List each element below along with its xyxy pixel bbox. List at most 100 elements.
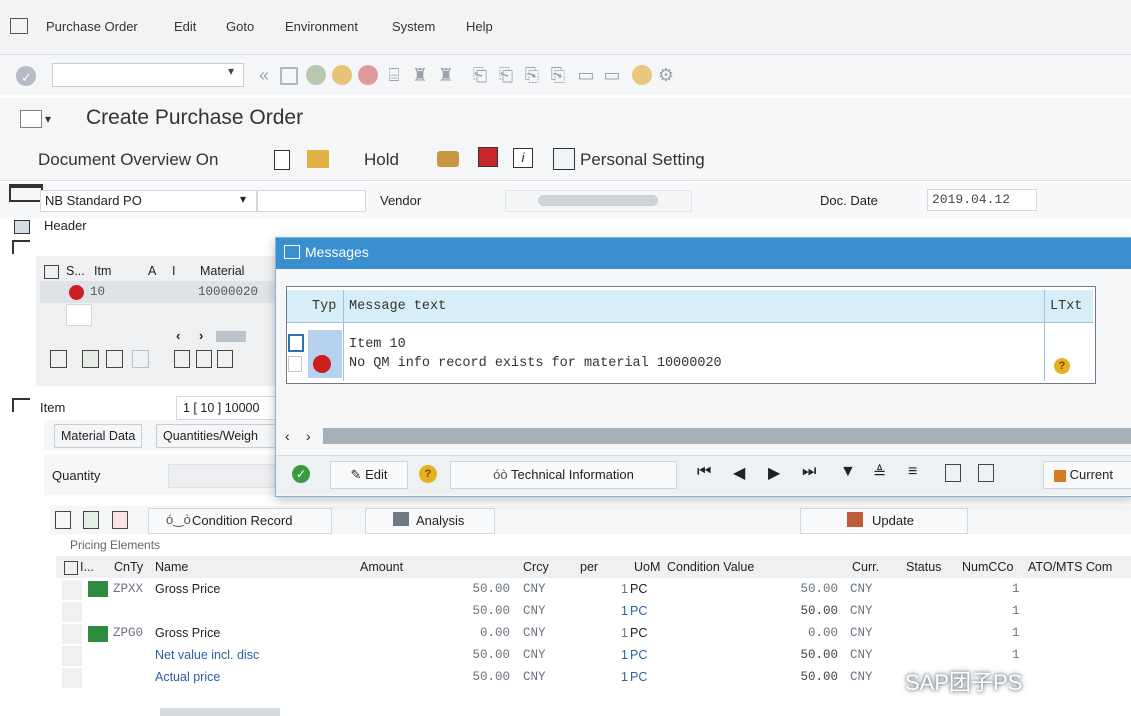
shortcut-icon[interactable]: ▭ <box>602 65 622 85</box>
command-dropdown-icon[interactable]: ▾ <box>228 64 234 78</box>
technical-information-button[interactable]: óò Technical Information <box>450 461 677 489</box>
current-button[interactable]: Current <box>1043 461 1131 489</box>
dialog-scroll-right-icon[interactable]: › <box>306 428 311 444</box>
info-icon[interactable]: i <box>513 148 533 168</box>
pricing-grid-icon[interactable] <box>64 561 78 575</box>
find-icon[interactable]: ♜ <box>410 65 430 85</box>
dialog-hscroll-track[interactable] <box>323 428 1131 444</box>
back-green-icon[interactable] <box>306 65 326 85</box>
menu-goto[interactable]: Goto <box>226 19 254 34</box>
help-icon[interactable]: ? <box>419 465 437 483</box>
export-icon[interactable] <box>945 464 961 482</box>
pricing-hscroll[interactable] <box>160 708 280 716</box>
filter-icon[interactable]: ▼ <box>840 463 856 481</box>
row-selector[interactable] <box>62 646 82 666</box>
scroll-thumb[interactable] <box>216 331 246 342</box>
row-name: Net value incl. disc <box>155 648 260 662</box>
menu-environment[interactable]: Environment <box>285 19 358 34</box>
messages-title-bar[interactable] <box>276 238 1131 269</box>
row-amount: 50.00 <box>472 670 510 684</box>
message-line-2: No QM info record exists for material 10… <box>349 356 722 371</box>
check-icon[interactable] <box>437 151 459 167</box>
row-num: 1 <box>1012 648 1020 662</box>
lock-icon[interactable] <box>196 350 212 368</box>
last-page-icon[interactable]: ⎘ <box>548 65 568 85</box>
previous-page-icon[interactable]: ⎗ <box>496 65 516 85</box>
next-page-icon[interactable]: ⎘ <box>522 65 542 85</box>
menu-purchase-order[interactable]: Purchase Order <box>46 19 138 34</box>
personal-setting-icon[interactable] <box>553 148 575 170</box>
open-document-icon[interactable] <box>307 150 329 168</box>
item-grid-icon[interactable] <box>44 265 59 279</box>
row-selector[interactable] <box>62 580 82 600</box>
item-selector[interactable]: 1 [ 10 ] 10000 <box>176 396 284 420</box>
menu-system[interactable]: System <box>392 19 435 34</box>
document-overview-button[interactable]: Document Overview On <box>38 150 218 170</box>
select-all-icon[interactable] <box>82 350 99 368</box>
print-icon[interactable]: ⌸ <box>384 65 404 85</box>
first-page-icon[interactable]: ⎗ <box>470 65 490 85</box>
messages-icon[interactable] <box>478 147 498 167</box>
previous-message-icon[interactable]: ◀ <box>733 463 745 483</box>
row-select-checkbox[interactable] <box>288 334 304 352</box>
menu-edit[interactable]: Edit <box>174 19 196 34</box>
edit-button[interactable]: ✎ Edit <box>330 461 408 489</box>
hold-button[interactable]: Hold <box>364 150 399 170</box>
unlock-icon[interactable] <box>217 350 233 368</box>
save-icon[interactable] <box>280 67 298 85</box>
item-material[interactable]: 10000020 <box>198 285 258 299</box>
document-type-dropdown-icon[interactable]: ▾ <box>240 192 246 206</box>
command-field[interactable] <box>52 63 244 87</box>
find-next-icon[interactable]: ♜ <box>436 65 456 85</box>
screen-menu-dropdown-icon[interactable]: ▾ <box>45 112 51 126</box>
pricing-details-icon[interactable] <box>55 511 71 529</box>
item-overview-collapse-icon[interactable] <box>12 240 30 254</box>
sort-ascending-icon[interactable]: ≜ <box>873 463 886 483</box>
row-selector[interactable] <box>62 624 82 644</box>
check-glyph-icon: ✓ <box>21 70 32 85</box>
help-icon[interactable] <box>632 65 652 85</box>
exit-icon[interactable] <box>332 65 352 85</box>
row-select-checkbox[interactable] <box>288 356 302 372</box>
update-label: Update <box>872 513 914 528</box>
sort-descending-icon[interactable]: ≡ <box>908 463 917 481</box>
customize-layout-icon[interactable]: ⚙ <box>656 65 676 85</box>
scroll-right-icon[interactable]: › <box>199 328 203 343</box>
new-document-icon[interactable] <box>274 150 290 170</box>
row-selector[interactable] <box>62 668 82 688</box>
last-message-icon[interactable]: ⏭ <box>802 463 816 481</box>
pricing-insert-icon[interactable] <box>83 511 99 529</box>
scroll-left-icon[interactable]: ‹ <box>176 328 180 343</box>
first-message-icon[interactable]: ⏮ <box>697 463 711 481</box>
item-collapse-icon[interactable] <box>12 398 30 412</box>
item-row-empty[interactable] <box>66 304 92 326</box>
row-selector[interactable] <box>62 602 82 622</box>
col-crcy: Crcy <box>523 560 549 574</box>
long-text-icon[interactable]: ? <box>1054 358 1070 374</box>
row-curr: CNY <box>850 582 873 596</box>
new-session-icon[interactable]: ▭ <box>576 65 596 85</box>
layout-icon[interactable] <box>978 464 994 482</box>
tab-material-data[interactable]: Material Data <box>54 424 143 448</box>
col-ato-mts: ATO/MTS Com <box>1028 560 1113 574</box>
menu-icon[interactable] <box>10 18 28 34</box>
pricing-delete-icon[interactable] <box>112 511 128 529</box>
row-cnty: ZPXX <box>113 582 144 596</box>
continue-icon[interactable]: ✓ <box>292 465 310 483</box>
cancel-icon[interactable] <box>358 65 378 85</box>
tab-quantities-weights[interactable]: Quantities/Weigh <box>156 424 278 448</box>
quantity-field[interactable] <box>168 464 278 488</box>
dialog-scroll-left-icon[interactable]: ‹ <box>285 428 290 444</box>
header-expand-icon[interactable] <box>14 220 30 234</box>
technical-information-label: Technical Information <box>511 467 634 482</box>
deselect-all-icon[interactable] <box>106 350 123 368</box>
delete-icon[interactable] <box>174 350 190 368</box>
personal-setting-button[interactable]: Personal Setting <box>580 150 705 170</box>
menu-help[interactable]: Help <box>466 19 493 34</box>
active-status-icon <box>88 626 108 642</box>
next-message-icon[interactable]: ▶ <box>768 463 780 483</box>
row-crcy: CNY <box>523 648 546 662</box>
screen-menu-icon[interactable] <box>20 110 42 128</box>
details-icon[interactable] <box>50 350 67 368</box>
back-icon[interactable]: « <box>254 65 274 85</box>
